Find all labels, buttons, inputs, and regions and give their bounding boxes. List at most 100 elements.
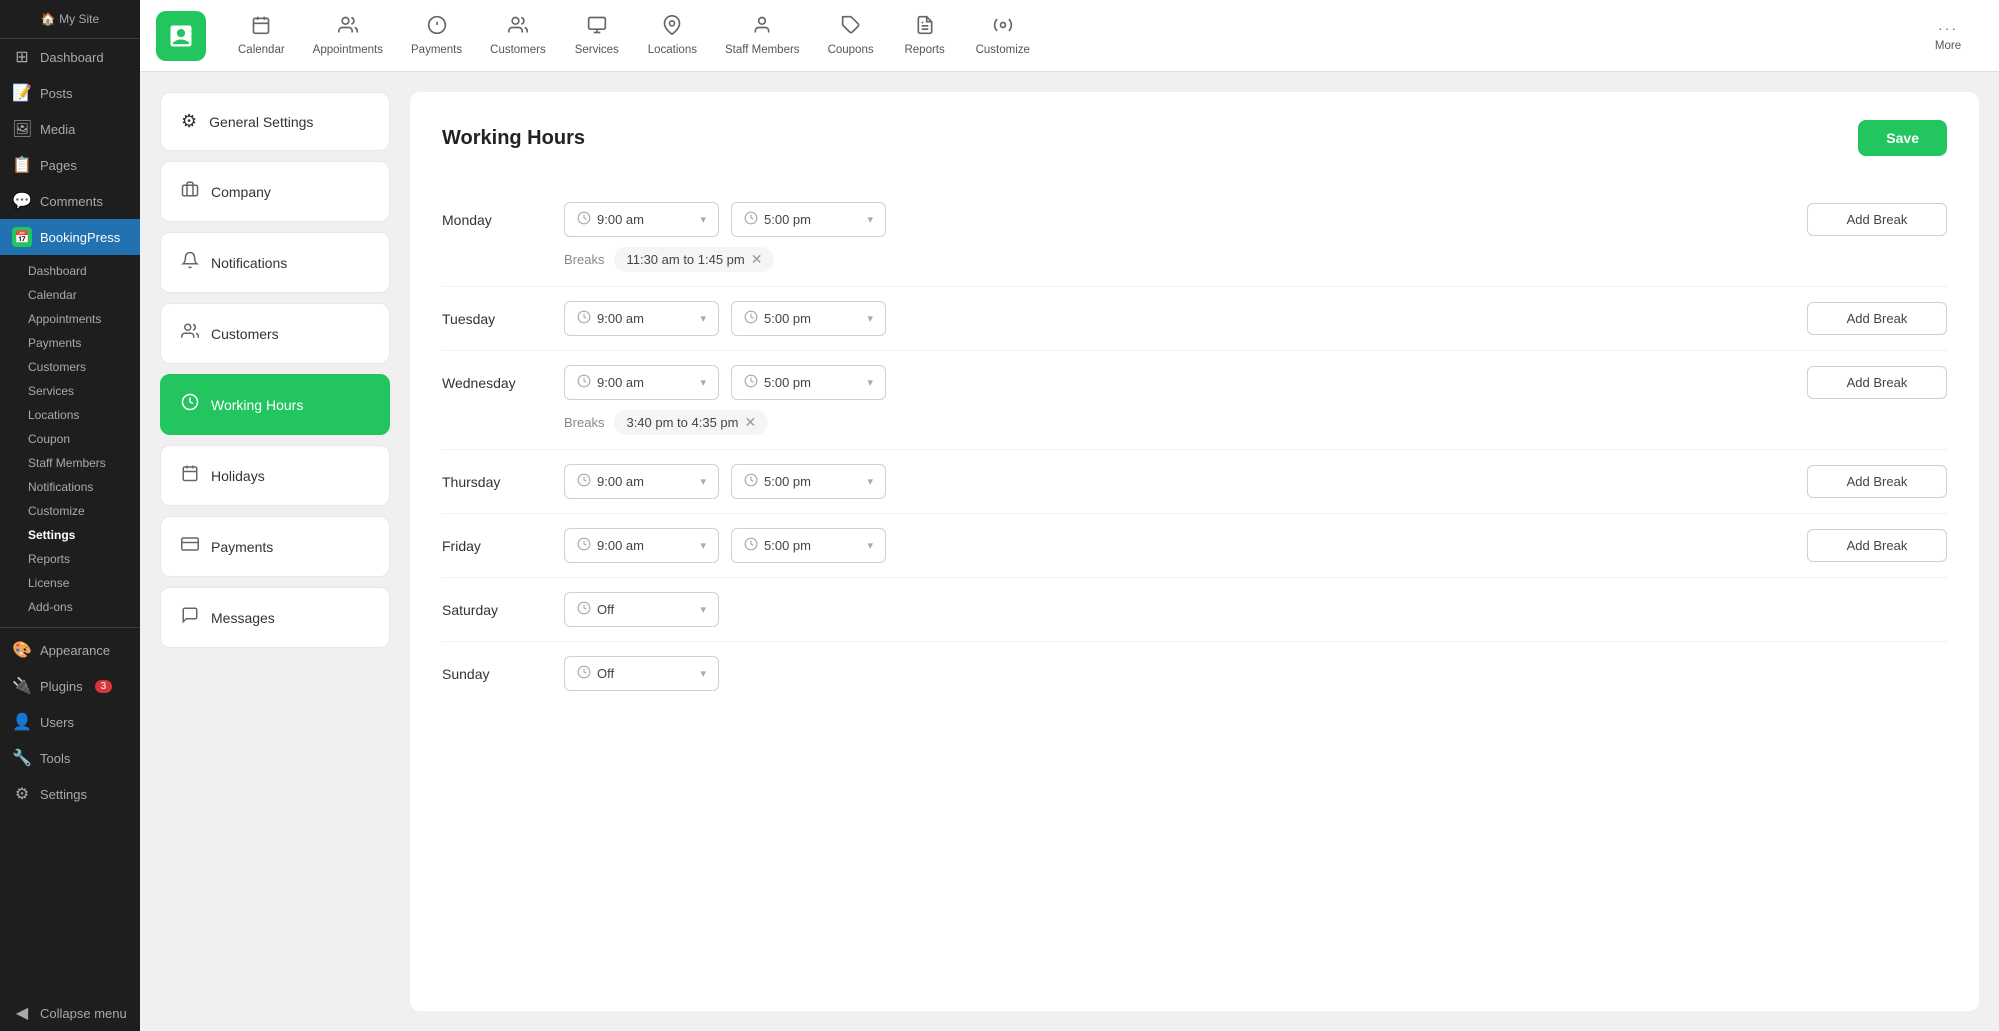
- sidebar-collapse[interactable]: ◀ Collapse menu: [0, 995, 140, 1031]
- bp-menu-locations[interactable]: Locations: [0, 403, 140, 427]
- tuesday-start-select[interactable]: 9:00 am ▾: [564, 301, 719, 336]
- sunday-label: Sunday: [442, 666, 552, 682]
- monday-break-remove-0[interactable]: ✕: [751, 251, 763, 268]
- settings-card-company[interactable]: Company: [160, 161, 390, 222]
- sidebar-settings-label: Settings: [40, 787, 87, 802]
- thursday-add-break[interactable]: Add Break: [1807, 465, 1947, 498]
- coupons-nav-icon: [841, 15, 861, 40]
- bookingpress-logo: 📅: [12, 227, 32, 247]
- settings-card-customers[interactable]: Customers: [160, 303, 390, 364]
- settings-card-payments[interactable]: Payments: [160, 516, 390, 577]
- bp-menu-reports[interactable]: Reports: [0, 547, 140, 571]
- settings-card-notifications[interactable]: Notifications: [160, 232, 390, 293]
- nav-customers[interactable]: Customers: [478, 7, 558, 64]
- tuesday-add-break[interactable]: Add Break: [1807, 302, 1947, 335]
- sidebar-users-label: Users: [40, 715, 74, 730]
- bp-menu-appointments[interactable]: Appointments: [0, 307, 140, 331]
- settings-card-holidays[interactable]: Holidays: [160, 445, 390, 506]
- thursday-end-select[interactable]: 5:00 pm ▾: [731, 464, 886, 499]
- bp-menu-customize[interactable]: Customize: [0, 499, 140, 523]
- plugins-icon: 🔌: [12, 676, 32, 696]
- working-hours-icon: [181, 393, 199, 416]
- bp-menu-coupon[interactable]: Coupon: [0, 427, 140, 451]
- nav-more[interactable]: ··· More: [1913, 12, 1983, 60]
- settings-card-working-hours[interactable]: Working Hours: [160, 374, 390, 435]
- monday-main: Monday 9:00 am ▾ 5:00 pm ▾: [442, 202, 1947, 237]
- thursday-start-select[interactable]: 9:00 am ▾: [564, 464, 719, 499]
- friday-start-chevron: ▾: [700, 539, 706, 552]
- tools-icon: 🔧: [12, 748, 32, 768]
- thursday-end-time: 5:00 pm: [764, 474, 811, 489]
- wednesday-break-remove-0[interactable]: ✕: [744, 414, 756, 431]
- bp-menu-services[interactable]: Services: [0, 379, 140, 403]
- payments-card-label: Payments: [211, 539, 273, 555]
- saturday-start-select[interactable]: Off ▾: [564, 592, 719, 627]
- general-settings-icon: ⚙: [181, 111, 197, 132]
- wednesday-start-time: 9:00 am: [597, 375, 644, 390]
- bp-menu-notifications[interactable]: Notifications: [0, 475, 140, 499]
- wednesday-break-time-0: 3:40 pm to 4:35 pm: [626, 415, 738, 430]
- wednesday-start-chevron: ▾: [700, 376, 706, 389]
- bp-menu-payments[interactable]: Payments: [0, 331, 140, 355]
- friday-end-time: 5:00 pm: [764, 538, 811, 553]
- nav-reports-label: Reports: [904, 44, 944, 56]
- sidebar-item-comments[interactable]: 💬 Comments: [0, 183, 140, 219]
- nav-more-label: More: [1935, 40, 1961, 52]
- nav-calendar[interactable]: Calendar: [226, 7, 297, 64]
- nav-payments[interactable]: Payments: [399, 7, 474, 64]
- nav-locations-label: Locations: [648, 44, 697, 56]
- bp-menu-calendar[interactable]: Calendar: [0, 283, 140, 307]
- thursday-end-clock: [744, 473, 758, 490]
- wednesday-breaks: Breaks 3:40 pm to 4:35 pm ✕: [564, 410, 1947, 435]
- sidebar-item-users[interactable]: 👤 Users: [0, 704, 140, 740]
- sidebar-item-dashboard[interactable]: ⊞ Dashboard: [0, 39, 140, 75]
- messages-icon: [181, 606, 199, 629]
- nav-appointments[interactable]: Appointments: [301, 7, 395, 64]
- monday-end-select[interactable]: 5:00 pm ▾: [731, 202, 886, 237]
- settings-icon: ⚙: [12, 784, 32, 804]
- bp-menu-settings[interactable]: Settings: [0, 523, 140, 547]
- wednesday-row: Wednesday 9:00 am ▾ 5:00 pm ▾: [442, 351, 1947, 450]
- save-button[interactable]: Save: [1858, 120, 1947, 156]
- bp-menu-customers[interactable]: Customers: [0, 355, 140, 379]
- nav-services-label: Services: [575, 44, 619, 56]
- bp-menu-addons[interactable]: Add-ons: [0, 595, 140, 619]
- friday-end-select[interactable]: 5:00 pm ▾: [731, 528, 886, 563]
- wednesday-add-break[interactable]: Add Break: [1807, 366, 1947, 399]
- sidebar-item-pages[interactable]: 📋 Pages: [0, 147, 140, 183]
- nav-coupons[interactable]: Coupons: [816, 7, 886, 64]
- bp-menu-staff[interactable]: Staff Members: [0, 451, 140, 475]
- bp-menu-license[interactable]: License: [0, 571, 140, 595]
- sunday-start-select[interactable]: Off ▾: [564, 656, 719, 691]
- nav-staff-members[interactable]: Staff Members: [713, 7, 812, 64]
- tuesday-end-select[interactable]: 5:00 pm ▾: [731, 301, 886, 336]
- nav-services[interactable]: Services: [562, 7, 632, 64]
- monday-start-select[interactable]: 9:00 am ▾: [564, 202, 719, 237]
- nav-reports[interactable]: Reports: [890, 7, 960, 64]
- sidebar-item-bookingpress[interactable]: 📅 BookingPress: [0, 219, 140, 255]
- bp-menu-dashboard[interactable]: Dashboard: [0, 259, 140, 283]
- staff-nav-icon: [752, 15, 772, 40]
- sidebar-item-settings[interactable]: ⚙ Settings: [0, 776, 140, 812]
- sidebar-item-appearance[interactable]: 🎨 Appearance: [0, 632, 140, 668]
- company-icon: [181, 180, 199, 203]
- thursday-label: Thursday: [442, 474, 552, 490]
- sidebar-item-tools[interactable]: 🔧 Tools: [0, 740, 140, 776]
- company-label: Company: [211, 184, 271, 200]
- wednesday-start-select[interactable]: 9:00 am ▾: [564, 365, 719, 400]
- wednesday-end-select[interactable]: 5:00 pm ▾: [731, 365, 886, 400]
- nav-customize[interactable]: Customize: [964, 7, 1042, 64]
- sidebar-item-plugins[interactable]: 🔌 Plugins 3: [0, 668, 140, 704]
- settings-card-general[interactable]: ⚙ General Settings: [160, 92, 390, 151]
- friday-start-select[interactable]: 9:00 am ▾: [564, 528, 719, 563]
- monday-add-break[interactable]: Add Break: [1807, 203, 1947, 236]
- plugins-badge: 3: [95, 680, 113, 693]
- monday-break-time-0: 11:30 am to 1:45 pm: [626, 252, 744, 267]
- thursday-main: Thursday 9:00 am ▾ 5:00 pm ▾: [442, 464, 1947, 499]
- nav-locations[interactable]: Locations: [636, 7, 709, 64]
- reports-nav-icon: [915, 15, 935, 40]
- sidebar-item-media[interactable]: 🖼 Media: [0, 111, 140, 147]
- sidebar-item-posts[interactable]: 📝 Posts: [0, 75, 140, 111]
- friday-add-break[interactable]: Add Break: [1807, 529, 1947, 562]
- settings-card-messages[interactable]: Messages: [160, 587, 390, 648]
